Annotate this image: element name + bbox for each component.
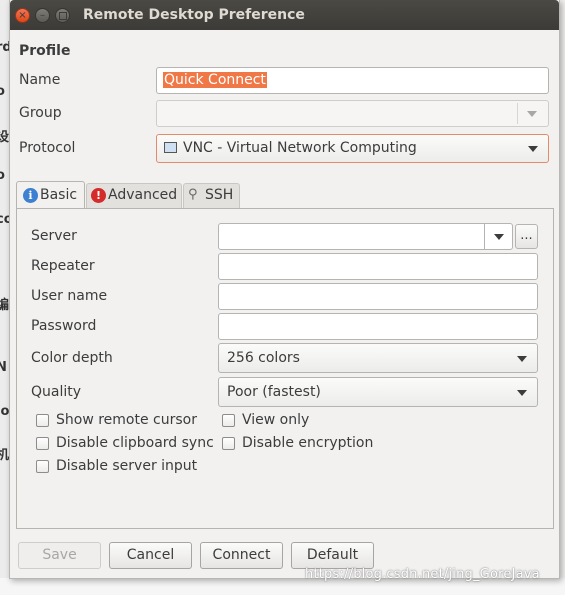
disable-server-input-checkbox[interactable] — [36, 460, 49, 473]
warning-icon: ! — [91, 188, 106, 203]
minimize-window-button[interactable]: – — [35, 8, 50, 23]
watermark: https://blog.csdn.net/jing_GoreJava — [305, 567, 540, 582]
cancel-button[interactable]: Cancel — [109, 542, 192, 569]
chevron-down-icon — [527, 111, 537, 117]
disable-server-input-label: Disable server input — [56, 458, 198, 474]
vnc-plugin-icon — [164, 142, 177, 153]
browse-server-button[interactable]: ... — [515, 224, 538, 249]
show-remote-cursor-checkbox[interactable] — [36, 414, 49, 427]
server-combobox[interactable] — [218, 223, 513, 250]
info-icon: i — [23, 188, 38, 203]
quality-label: Quality — [31, 384, 82, 400]
password-field[interactable] — [218, 313, 538, 340]
close-window-button[interactable]: × — [15, 8, 30, 23]
maximize-window-button[interactable] — [55, 8, 70, 23]
minimize-icon: – — [40, 10, 45, 21]
name-label: Name — [19, 72, 61, 88]
repeater-field[interactable] — [218, 253, 538, 280]
username-field[interactable] — [218, 283, 538, 310]
default-button[interactable]: Default — [291, 542, 374, 569]
group-combobox[interactable] — [156, 100, 549, 127]
tab-advanced-label: Advanced — [108, 187, 178, 203]
background-text: lo — [0, 404, 10, 419]
tab-basic[interactable]: i Basic — [16, 181, 85, 209]
title-bar[interactable]: × – Remote Desktop Preference — [10, 0, 559, 30]
background-text: o — [0, 168, 5, 183]
tab-advanced[interactable]: ! Advanced — [86, 183, 182, 209]
protocol-combobox[interactable]: VNC - Virtual Network Computing — [156, 134, 549, 163]
name-field[interactable]: Quick Connect — [156, 67, 549, 94]
disable-encryption-checkbox[interactable] — [222, 437, 235, 450]
ssh-icon: ⚲ — [188, 187, 198, 202]
repeater-label: Repeater — [31, 258, 95, 274]
view-only-checkbox[interactable] — [222, 414, 235, 427]
show-remote-cursor-label: Show remote cursor — [56, 412, 197, 428]
password-label: Password — [31, 318, 97, 334]
tab-ssh[interactable]: ⚲ SSH — [183, 183, 240, 209]
color-depth-combobox[interactable]: 256 colors — [218, 343, 538, 373]
connect-button[interactable]: Connect — [200, 542, 283, 569]
chevron-down-icon — [517, 390, 527, 396]
profile-heading: Profile — [19, 43, 71, 59]
name-value: Quick Connect — [163, 72, 267, 88]
close-icon: × — [18, 10, 27, 21]
protocol-value: VNC - Virtual Network Computing — [183, 140, 417, 156]
chevron-down-icon — [528, 146, 538, 152]
chevron-down-icon — [494, 234, 504, 240]
background-window-edge: rd o 设 o co 编 N lo 机 — [0, 0, 13, 595]
group-label: Group — [19, 105, 62, 121]
window-title: Remote Desktop Preference — [83, 7, 305, 23]
background-text: 机 — [0, 448, 10, 463]
save-button[interactable]: Save — [18, 542, 101, 569]
background-text: o — [0, 84, 5, 99]
disable-clipboard-sync-label: Disable clipboard sync — [56, 435, 214, 451]
color-depth-value: 256 colors — [227, 350, 300, 366]
username-label: User name — [31, 288, 108, 304]
protocol-label: Protocol — [19, 140, 76, 156]
view-only-label: View only — [242, 412, 310, 428]
remote-desktop-preference-dialog: × – Remote Desktop Preference Profile Na… — [9, 0, 560, 579]
quality-combobox[interactable]: Poor (fastest) — [218, 377, 538, 407]
disable-clipboard-sync-checkbox[interactable] — [36, 437, 49, 450]
tab-basic-label: Basic — [40, 187, 78, 203]
chevron-down-icon — [517, 356, 527, 362]
tab-ssh-label: SSH — [205, 187, 234, 203]
background-text: 设 — [0, 130, 10, 145]
quality-value: Poor (fastest) — [227, 384, 321, 400]
color-depth-label: Color depth — [31, 350, 113, 366]
background-text: N — [0, 360, 7, 375]
disable-encryption-label: Disable encryption — [242, 435, 374, 451]
maximize-icon — [58, 12, 67, 20]
server-label: Server — [31, 228, 77, 244]
background-text: 编 — [0, 298, 10, 313]
